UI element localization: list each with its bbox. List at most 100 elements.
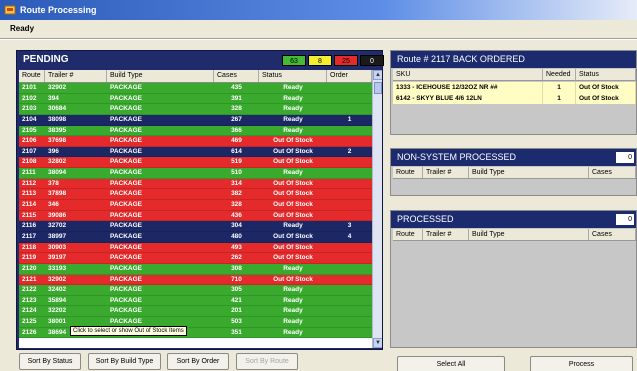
cell-route: 2115	[22, 211, 37, 219]
back-ordered-title: Route # 2117 BACK ORDERED	[391, 51, 636, 68]
col-cases[interactable]: Cases	[589, 229, 636, 240]
cell-cases: 710	[231, 275, 242, 283]
cell-trailer: 35894	[48, 296, 67, 304]
cell-route: 2120	[22, 264, 37, 272]
table-row[interactable]: 2115 39086 PACKAGE 436 Out Of Stock	[19, 210, 372, 222]
table-row[interactable]: 2114 346 PACKAGE 328 Out Of Stock	[19, 200, 372, 211]
table-row[interactable]: 2122 32402 PACKAGE 305 Ready	[19, 285, 372, 296]
cell-cases: 304	[231, 222, 242, 230]
sort-by-status-button[interactable]: Sort By Status	[19, 353, 81, 370]
cell-order: 3	[347, 222, 352, 230]
scroll-up-icon[interactable]: ▲	[373, 70, 382, 80]
col-trailer[interactable]: Trailer #	[423, 167, 469, 178]
pending-scrollbar[interactable]: ▲ ▼	[372, 70, 382, 348]
processed-panel: PROCESSED 0 Route Trailer # Build Type C…	[390, 210, 637, 348]
sort-by-order-button[interactable]: Sort By Order	[167, 353, 229, 370]
cell-status: Ready	[283, 169, 303, 177]
cell-build: PACKAGE	[110, 115, 143, 123]
cell-route: 2102	[22, 94, 37, 102]
table-row[interactable]: 2117 38997 PACKAGE 480 Out Of Stock 4	[19, 231, 372, 243]
cell-trailer: 33193	[48, 264, 67, 272]
col-build-type[interactable]: Build Type	[469, 167, 589, 178]
col-trailer[interactable]: Trailer #	[45, 70, 107, 82]
cell-route: 2114	[22, 201, 37, 209]
table-row[interactable]: 2124 32202 PACKAGE 201 Ready	[19, 306, 372, 318]
table-row[interactable]: 2102 394 PACKAGE 391 Ready	[19, 93, 372, 105]
back-ordered-header: SKU Needed Status	[393, 69, 636, 81]
table-row[interactable]: 2103 30684 PACKAGE 328 Ready	[19, 104, 372, 115]
cell-order	[327, 243, 372, 253]
table-row[interactable]: 2108 32802 PACKAGE 519 Out Of Stock	[19, 157, 372, 169]
col-status[interactable]: Status	[576, 69, 636, 80]
col-needed[interactable]: Needed	[543, 69, 576, 80]
table-row[interactable]: 2107 396 PACKAGE 614 Out Of Stock 2	[19, 146, 372, 158]
cell-status: Out Of Stock	[273, 190, 313, 198]
cell-build: PACKAGE	[110, 105, 143, 113]
table-row[interactable]: 2111 38094 PACKAGE 510 Ready	[19, 168, 372, 179]
divider	[0, 38, 637, 40]
col-trailer[interactable]: Trailer #	[423, 229, 469, 240]
cell-route: 2123	[22, 296, 37, 304]
cell-build: PACKAGE	[110, 137, 143, 145]
col-route[interactable]: Route	[393, 167, 423, 178]
col-route[interactable]: Route	[393, 229, 423, 240]
cell-order: 1	[347, 115, 352, 123]
cell-build: PACKAGE	[110, 94, 143, 102]
col-cases[interactable]: Cases	[214, 70, 259, 82]
sort-by-route-button[interactable]: Sort By Route	[236, 353, 298, 370]
back-ordered-row[interactable]: 1333 - ICEHOUSE 12/32OZ NR ## 1 Out Of S…	[393, 82, 636, 93]
process-button[interactable]: Process	[530, 356, 633, 371]
col-order[interactable]: Order	[327, 70, 372, 82]
col-cases[interactable]: Cases	[589, 167, 636, 178]
table-row[interactable]: 2112 378 PACKAGE 314 Out Of Stock	[19, 178, 372, 190]
title-bar: Route Processing	[0, 0, 637, 20]
col-build-type[interactable]: Build Type	[107, 70, 214, 82]
table-row[interactable]: 2118 30903 PACKAGE 493 Out Of Stock	[19, 242, 372, 254]
cell-route: 2126	[22, 328, 37, 336]
table-row[interactable]: 2116 32702 PACKAGE 304 Ready 3	[19, 221, 372, 232]
cell-route: 2118	[22, 243, 37, 251]
col-build-type[interactable]: Build Type	[469, 229, 589, 240]
table-row[interactable]: 2121 32902 PACKAGE 710 Out Of Stock	[19, 274, 372, 286]
cell-status: Ready	[283, 126, 303, 134]
back-ordered-row[interactable]: 6142 - SKYY BLUE 4/6 12LN 1 Out Of Stock	[393, 93, 636, 104]
cell-build: PACKAGE	[110, 275, 143, 283]
cell-route: 2101	[22, 84, 37, 91]
cell-cases: 493	[231, 243, 242, 251]
col-status[interactable]: Status	[259, 70, 327, 82]
table-row[interactable]: 2104 38098 PACKAGE 267 Ready 1	[19, 114, 372, 126]
cell-status: Out Of Stock	[273, 147, 313, 155]
sort-by-build-type-button[interactable]: Sort By Build Type	[88, 353, 161, 370]
pending-grid: Route Trailer # Build Type Cases Status …	[19, 70, 382, 348]
cell-cases: 519	[231, 158, 242, 166]
processed-count: 0	[616, 214, 634, 225]
cell-trailer: 37698	[48, 137, 67, 145]
cell-trailer: 38997	[48, 232, 67, 240]
select-all-button[interactable]: Select All	[397, 356, 505, 371]
scroll-thumb[interactable]	[374, 82, 382, 94]
cell-trailer: 396	[48, 147, 59, 155]
pending-header: PENDING 63 8 25 0	[17, 51, 384, 69]
table-row[interactable]: 2119 39197 PACKAGE 262 Out Of Stock	[19, 253, 372, 264]
cell-order	[327, 157, 372, 167]
cell-build: PACKAGE	[110, 243, 143, 251]
col-sku[interactable]: SKU	[393, 69, 543, 80]
cell-order	[327, 200, 372, 210]
cell-order: 4	[347, 232, 352, 240]
window-title: Route Processing	[20, 5, 97, 15]
cell-cases: 382	[231, 190, 242, 198]
table-row[interactable]: 2106 37698 PACKAGE 469 Out Of Stock	[19, 136, 372, 147]
cell-route: 2108	[22, 158, 37, 166]
table-row[interactable]: 2105 38395 PACKAGE 366 Ready	[19, 125, 372, 137]
cell-build: PACKAGE	[110, 169, 143, 177]
table-row[interactable]: 2123 35894 PACKAGE 421 Ready	[19, 295, 372, 307]
table-row[interactable]: 2113 37898 PACKAGE 382 Out Of Stock	[19, 189, 372, 201]
table-row[interactable]: 2101 32902 PACKAGE 435 Ready	[19, 83, 372, 94]
cell-cases: 614	[231, 147, 242, 155]
col-route[interactable]: Route	[19, 70, 45, 82]
scroll-down-icon[interactable]: ▼	[373, 338, 382, 348]
cell-status: Out Of Stock	[273, 158, 313, 166]
cell-trailer: 32402	[48, 286, 67, 294]
table-row[interactable]: 2120 33193 PACKAGE 308 Ready	[19, 263, 372, 275]
cell-route: 2121	[22, 275, 37, 283]
